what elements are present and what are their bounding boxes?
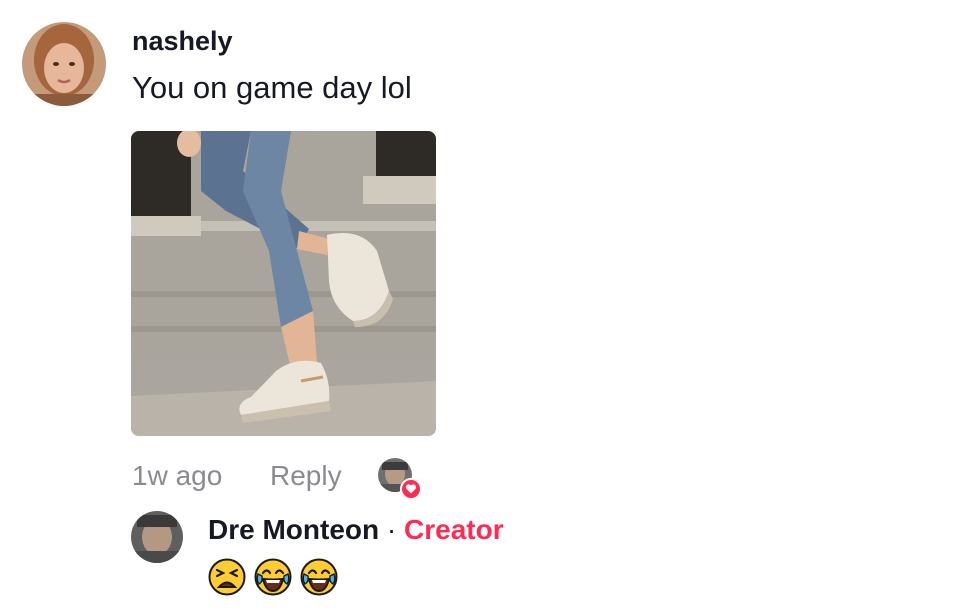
reply-author-line: Dre Monteon · Creator	[208, 514, 504, 546]
reply-author-name[interactable]: Dre Monteon	[208, 514, 379, 545]
comment-text: You on game day lol	[132, 70, 412, 105]
creator-badge: Creator	[404, 514, 504, 545]
tired-face-emoji	[208, 558, 246, 596]
commenter-username[interactable]: nashely	[132, 26, 233, 57]
heart-icon	[400, 478, 422, 500]
joy-emoji	[300, 558, 338, 596]
joy-emoji	[254, 558, 292, 596]
reply-text	[208, 558, 338, 598]
reply-button[interactable]: Reply	[270, 460, 342, 492]
commenter-avatar[interactable]	[22, 22, 106, 106]
comment-timestamp: 1w ago	[132, 460, 223, 491]
comment-attached-image[interactable]	[131, 131, 436, 436]
comment-thread: nashely You on game day lol 1w ago Reply…	[0, 0, 980, 615]
reply-author-separator: ·	[386, 514, 397, 545]
reply-author-avatar[interactable]	[131, 511, 183, 563]
